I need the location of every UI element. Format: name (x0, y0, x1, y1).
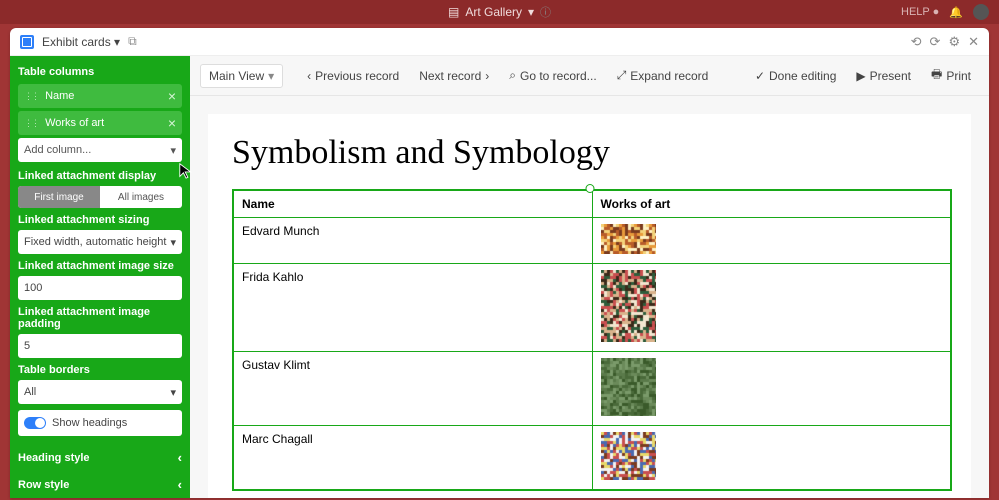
chevron-right-icon: › (485, 69, 489, 83)
gear-icon[interactable]: ⚙ (948, 34, 960, 50)
cell-name: Edvard Munch (233, 218, 592, 264)
next-record-button[interactable]: Next record › (411, 65, 497, 87)
sizing-label: Linked attachment sizing (18, 214, 182, 226)
remove-column-icon[interactable]: × (168, 88, 176, 104)
chevron-down-icon: ▾ (170, 386, 176, 399)
table-row[interactable]: Frida Kahlo (233, 264, 951, 352)
img-pad-label: Linked attachment image padding (18, 306, 182, 330)
img-pad-input[interactable]: 5 (18, 334, 182, 358)
remove-column-icon[interactable]: × (168, 115, 176, 131)
drag-handle-icon[interactable]: ⋮⋮ (24, 91, 38, 101)
print-icon: 🖶 (931, 65, 942, 86)
column-resize-handle[interactable] (585, 184, 594, 193)
prev-record-button[interactable]: ‹ Previous record (299, 65, 407, 87)
app-topbar: ▤ Art Gallery ▾ ⓘ HELP ● 🔔 (0, 0, 999, 24)
main-view-button[interactable]: Main View ▾ (200, 64, 283, 88)
cell-artwork[interactable] (592, 426, 951, 491)
img-size-input[interactable]: 100 (18, 276, 182, 300)
show-headings-toggle[interactable]: Show headings (18, 410, 182, 436)
config-sidebar: Table columns ⋮⋮ Name × ⋮⋮ Works of art × A… (10, 56, 190, 498)
search-icon: ⌕ (509, 68, 516, 83)
heading-style-section[interactable]: Heading style‹ (18, 444, 182, 471)
col-header-works[interactable]: Works of art (592, 190, 951, 218)
chevron-down-icon: ▾ (170, 236, 176, 249)
expand-icon: ⤢ (617, 68, 627, 83)
expand-record-button[interactable]: ⤢ Expand record (609, 64, 717, 87)
record-toolbar: Main View ▾ ‹ Previous record Next recor… (190, 56, 989, 96)
column-chip[interactable]: ⋮⋮ Works of art × (18, 111, 182, 135)
doc-icon: ▤ (448, 5, 459, 19)
chevron-down-icon: ▾ (170, 144, 176, 157)
display-segmented[interactable]: First image All images (18, 186, 182, 208)
linked-display-label: Linked attachment display (18, 170, 182, 182)
chevron-left-icon: ‹ (307, 69, 311, 83)
col-header-name[interactable]: Name (233, 190, 592, 218)
play-icon: ▶ (856, 69, 865, 83)
redo-icon[interactable]: ⟳ (930, 34, 941, 50)
chevron-left-icon: ‹ (178, 450, 182, 465)
sizing-select[interactable]: Fixed width, automatic height▾ (18, 230, 182, 254)
borders-select[interactable]: All▾ (18, 380, 182, 404)
page-title: Symbolism and Symbology (232, 134, 947, 172)
seg-first-image[interactable]: First image (18, 186, 100, 208)
open-external-icon[interactable]: ⧉ (128, 34, 137, 49)
cell-name: Marc Chagall (233, 426, 592, 491)
workspace-title[interactable]: ▤ Art Gallery ▾ ⓘ (448, 4, 551, 20)
avatar[interactable] (973, 4, 989, 20)
document-canvas[interactable]: Symbolism and Symbology Name Works of ar… (208, 114, 971, 498)
undo-icon[interactable]: ⟲ (911, 34, 922, 50)
bell-icon[interactable]: 🔔 (949, 6, 963, 19)
cell-name: Gustav Klimt (233, 352, 592, 426)
block-type-icon (20, 35, 34, 49)
add-column-button[interactable]: Add column... ▾ (18, 138, 182, 162)
img-size-label: Linked attachment image size (18, 260, 182, 272)
goto-record-button[interactable]: ⌕ Go to record... (501, 64, 604, 87)
editor-window: Exhibit cards ▾ ⧉ ⟲ ⟳ ⚙ ✕ Table columns … (10, 28, 989, 498)
help-link[interactable]: HELP ● (901, 6, 939, 18)
chevron-left-icon: ‹ (178, 477, 182, 492)
column-chip[interactable]: ⋮⋮ Name × (18, 84, 182, 108)
table-row[interactable]: Edvard Munch (233, 218, 951, 264)
cell-artwork[interactable] (592, 218, 951, 264)
drag-handle-icon[interactable]: ⋮⋮ (24, 118, 38, 128)
cell-artwork[interactable] (592, 352, 951, 426)
table-row[interactable]: Gustav Klimt (233, 352, 951, 426)
done-editing-button[interactable]: ✓ Done editing (747, 65, 844, 87)
cell-name: Frida Kahlo (233, 264, 592, 352)
section-columns-label: Table columns (18, 66, 182, 78)
table-row[interactable]: Marc Chagall (233, 426, 951, 491)
chevron-down-icon: ▾ (528, 5, 534, 19)
check-icon: ✓ (755, 69, 765, 83)
row-style-section[interactable]: Row style‹ (18, 471, 182, 498)
cell-artwork[interactable] (592, 264, 951, 352)
borders-label: Table borders (18, 364, 182, 376)
column-chip-label: Name (45, 90, 74, 102)
seg-all-images[interactable]: All images (100, 186, 182, 208)
print-button[interactable]: 🖶 Print (923, 61, 979, 90)
present-button[interactable]: ▶ Present (848, 65, 919, 87)
data-table: Name Works of art Edvard MunchFrida Kahl… (232, 189, 952, 491)
info-icon[interactable]: ⓘ (540, 4, 551, 20)
close-icon[interactable]: ✕ (968, 34, 979, 50)
column-chip-label: Works of art (45, 117, 104, 129)
block-name[interactable]: Exhibit cards ▾ (42, 35, 120, 49)
